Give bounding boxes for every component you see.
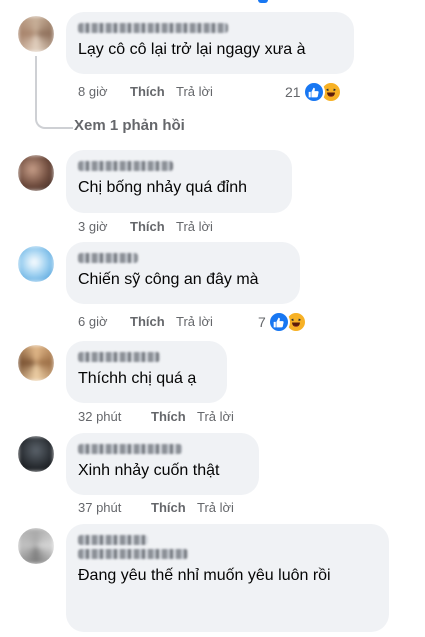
avatar[interactable]	[18, 345, 54, 381]
thumbs-up-icon	[267, 311, 290, 333]
reply-button[interactable]: Trả lời	[197, 409, 234, 424]
reply-button[interactable]: Trả lời	[176, 314, 213, 329]
author-name-blurred[interactable]	[78, 161, 173, 171]
timestamp[interactable]: 3 giờ	[78, 219, 130, 234]
reaction-count: 7	[258, 314, 266, 330]
reply-button[interactable]: Trả lời	[176, 84, 213, 99]
view-replies-link[interactable]: Xem 1 phản hồi	[74, 117, 185, 134]
comment-bubble: Chị bống nhảy quá đỉnh	[66, 150, 292, 213]
avatar[interactable]	[18, 528, 54, 564]
timestamp[interactable]: 37 phút	[78, 500, 151, 515]
comment-actions: 3 giờ Thích Trả lời	[78, 219, 213, 234]
avatar[interactable]	[18, 155, 54, 191]
comment-bubble: Xinh nhảy cuốn thật	[66, 433, 259, 495]
comment-bubble: Thíchh chị quá ạ	[66, 341, 227, 403]
comment-bubble: Đang yêu thế nhỉ muốn yêu luôn rồi	[66, 524, 389, 632]
reply-button[interactable]: Trả lời	[176, 219, 213, 234]
scroll-indicator	[258, 0, 268, 3]
comment-text: Thíchh chị quá ạ	[78, 370, 197, 387]
avatar[interactable]	[18, 436, 54, 472]
comment-text: Chiến sỹ công an đây mà	[78, 271, 259, 288]
comment-actions: 6 giờ Thích Trả lời	[78, 314, 213, 329]
author-name-blurred[interactable]	[78, 253, 138, 263]
like-button[interactable]: Thích	[130, 219, 176, 234]
comment-actions: 32 phút Thích Trả lời	[78, 409, 234, 424]
comment-bubble: Lạy cô cô lại trở lại ngagy xưa à	[66, 12, 354, 74]
author-name-blurred[interactable]	[78, 444, 182, 454]
like-button[interactable]: Thích	[151, 409, 197, 424]
comment-text: Đang yêu thế nhỉ muốn yêu luôn rồi	[78, 567, 331, 584]
like-button[interactable]: Thích	[130, 314, 176, 329]
reply-button[interactable]: Trả lời	[197, 500, 234, 515]
author-name-blurred	[78, 549, 188, 559]
thumbs-up-icon	[302, 81, 325, 103]
comment-bubble: Chiến sỹ công an đây mà	[66, 242, 300, 304]
timestamp[interactable]: 8 giờ	[78, 84, 130, 99]
comment-text: Lạy cô cô lại trở lại ngagy xưa à	[78, 41, 306, 58]
avatar[interactable]	[18, 246, 54, 282]
timestamp[interactable]: 32 phút	[78, 409, 151, 424]
reaction-count: 21	[285, 84, 301, 100]
author-name-blurred[interactable]	[78, 23, 228, 33]
timestamp[interactable]: 6 giờ	[78, 314, 130, 329]
comment-text: Xinh nhảy cuốn thật	[78, 462, 220, 479]
like-button[interactable]: Thích	[130, 84, 176, 99]
reaction-summary[interactable]: 21	[285, 81, 342, 103]
comment-text: Chị bống nhảy quá đỉnh	[78, 179, 248, 196]
author-name-blurred[interactable]	[78, 535, 148, 545]
reaction-summary[interactable]: 7	[258, 311, 307, 333]
avatar[interactable]	[18, 16, 54, 52]
comment-actions: 37 phút Thích Trả lời	[78, 500, 234, 515]
author-name-blurred[interactable]	[78, 352, 160, 362]
comment-actions: 8 giờ Thích Trả lời	[78, 84, 213, 99]
reply-thread-line	[35, 56, 73, 129]
like-button[interactable]: Thích	[151, 500, 197, 515]
